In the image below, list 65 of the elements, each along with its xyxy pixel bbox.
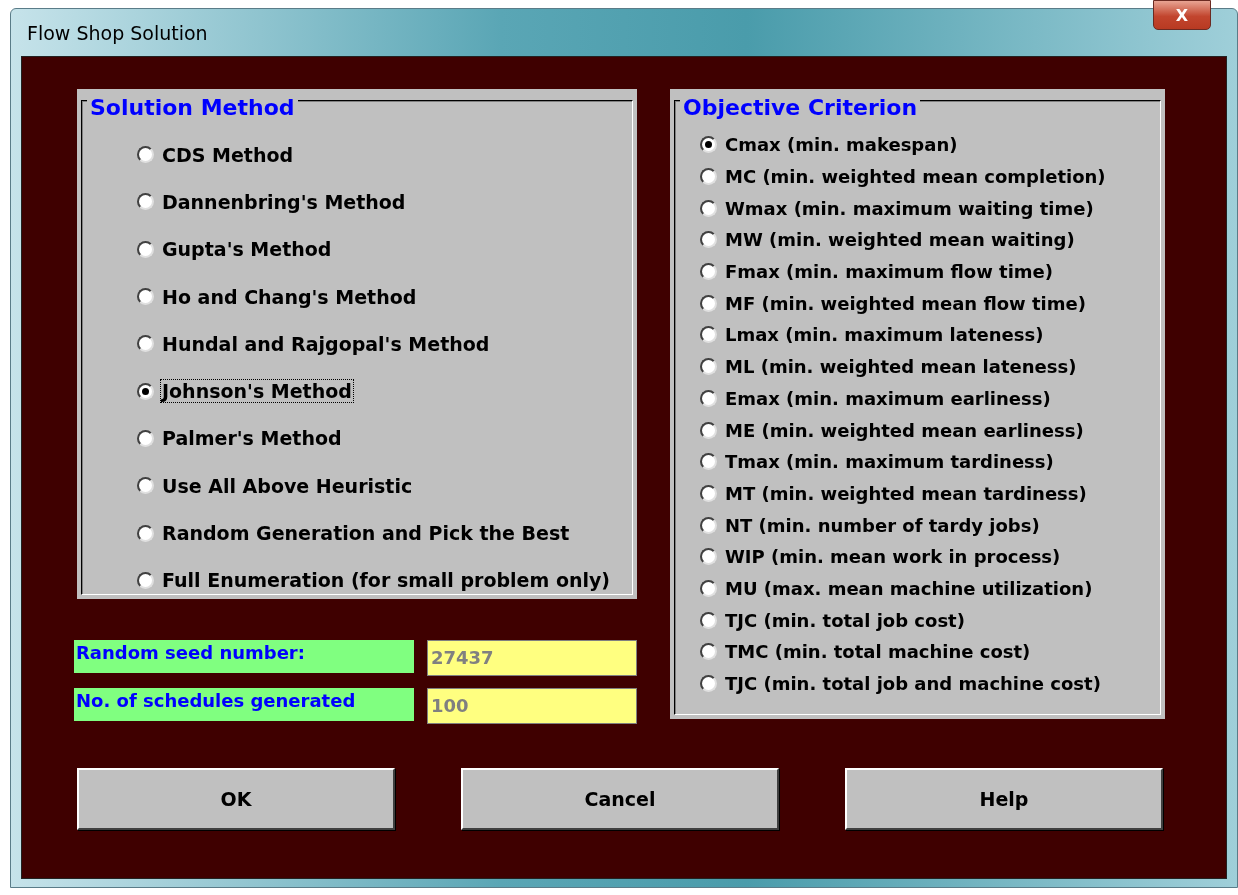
- radio-button[interactable]: [700, 548, 717, 566]
- radio-button[interactable]: [700, 136, 717, 154]
- radio-button[interactable]: [700, 421, 717, 439]
- radio-button[interactable]: [700, 579, 717, 597]
- radio-button[interactable]: [137, 146, 154, 164]
- option-label[interactable]: TMC (min. total machine cost): [723, 640, 1033, 664]
- input-field[interactable]: 27437: [427, 640, 637, 676]
- radio-button[interactable]: [700, 453, 717, 471]
- option-label[interactable]: Palmer's Method: [160, 426, 344, 451]
- radio-button[interactable]: [700, 611, 717, 629]
- radio-button[interactable]: [700, 484, 717, 502]
- option-label[interactable]: ME (min. weighted mean earliness): [723, 418, 1086, 442]
- radio-button[interactable]: [137, 193, 154, 211]
- option-label[interactable]: Tmax (min. maximum tardiness): [723, 450, 1056, 474]
- dialog-button[interactable]: OK: [77, 768, 395, 830]
- option-label[interactable]: Wmax (min. maximum waiting time): [723, 196, 1096, 220]
- radio-button[interactable]: [700, 263, 717, 281]
- option-label[interactable]: Lmax (min. maximum lateness): [723, 323, 1046, 347]
- radio-button[interactable]: [700, 675, 717, 693]
- option-label[interactable]: Cmax (min. makespan): [723, 133, 960, 157]
- radio-button[interactable]: [700, 358, 717, 376]
- option-label[interactable]: Random Generation and Pick the Best: [160, 521, 572, 545]
- option-label[interactable]: TJC (min. total job and machine cost): [723, 672, 1103, 696]
- radio-button[interactable]: [700, 231, 717, 249]
- option-label[interactable]: MU (max. mean machine utilization): [723, 576, 1095, 600]
- radio-button[interactable]: [700, 326, 717, 344]
- option-label[interactable]: MW (min. weighted mean waiting): [723, 228, 1077, 252]
- radio-button[interactable]: [700, 516, 717, 534]
- option-label[interactable]: Emax (min. maximum earliness): [723, 386, 1053, 410]
- option-label[interactable]: Johnson's Method: [160, 379, 354, 404]
- radio-button[interactable]: [137, 571, 154, 589]
- field-label: No. of schedules generated: [74, 688, 414, 721]
- option-label[interactable]: Ho and Chang's Method: [160, 284, 419, 309]
- option-label[interactable]: CDS Method: [160, 142, 296, 167]
- radio-button[interactable]: [137, 382, 154, 400]
- option-label[interactable]: Hundal and Rajgopal's Method: [160, 331, 492, 356]
- radio-button[interactable]: [137, 288, 154, 306]
- radio-button[interactable]: [700, 168, 717, 186]
- radio-button[interactable]: [700, 643, 717, 661]
- option-label[interactable]: Fmax (min. maximum flow time): [723, 260, 1055, 284]
- input-field[interactable]: 100: [427, 688, 637, 724]
- option-label[interactable]: Gupta's Method: [160, 237, 334, 262]
- radio-button[interactable]: [137, 335, 154, 353]
- radio-button[interactable]: [700, 199, 717, 217]
- radio-button[interactable]: [137, 429, 154, 447]
- option-label[interactable]: TJC (min. total job cost): [723, 608, 967, 632]
- option-label[interactable]: MF (min. weighted mean flow time): [723, 291, 1088, 315]
- radio-button[interactable]: [700, 389, 717, 407]
- radio-button[interactable]: [700, 294, 717, 312]
- dialog-button[interactable]: Help: [845, 768, 1163, 830]
- radio-button[interactable]: [137, 477, 154, 495]
- option-label[interactable]: Use All Above Heuristic: [160, 473, 415, 498]
- option-label[interactable]: MC (min. weighted mean completion): [723, 165, 1108, 189]
- option-label[interactable]: Full Enumeration (for small problem only): [160, 568, 613, 593]
- radio-button[interactable]: [137, 240, 154, 258]
- radio-button[interactable]: [137, 524, 154, 542]
- option-label[interactable]: Dannenbring's Method: [160, 189, 408, 214]
- option-label[interactable]: MT (min. weighted mean tardiness): [723, 481, 1089, 505]
- option-label[interactable]: ML (min. weighted mean lateness): [723, 355, 1079, 379]
- dialog-button[interactable]: Cancel: [461, 768, 779, 830]
- close-button[interactable]: X: [1153, 0, 1211, 30]
- window-title: Flow Shop Solution: [26, 21, 208, 44]
- option-label[interactable]: WIP (min. mean work in process): [723, 545, 1063, 569]
- option-label[interactable]: NT (min. number of tardy jobs): [723, 513, 1042, 537]
- field-label: Random seed number:: [74, 640, 414, 673]
